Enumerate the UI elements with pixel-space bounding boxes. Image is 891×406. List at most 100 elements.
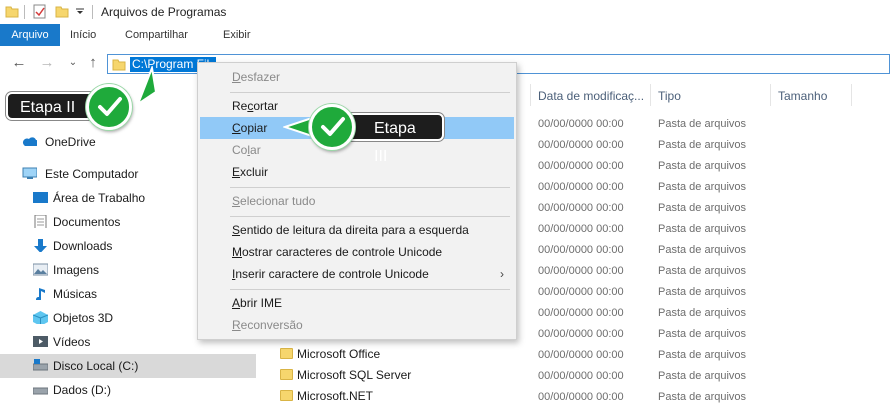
title-bar: Arquivos de Programas <box>0 0 891 24</box>
row-date: 00/00/0000 00:00 <box>538 265 624 277</box>
row-type: Pasta de arquivos <box>658 181 747 193</box>
callout-pointer <box>136 66 158 106</box>
column-header-size[interactable]: Tamanho <box>778 86 827 106</box>
row-type: Pasta de arquivos <box>658 307 747 319</box>
callout-label: Etapa II <box>20 99 76 116</box>
tab-share[interactable]: Compartilhar <box>125 24 188 46</box>
folder-icon <box>280 348 293 359</box>
properties-icon[interactable] <box>33 4 47 20</box>
sidebar-item-label: Dados (D:) <box>53 383 112 397</box>
file-name[interactable]: Microsoft Office <box>297 347 380 361</box>
sidebar-item-label: Downloads <box>53 239 113 253</box>
menu-item-undo[interactable]: Desfazer <box>200 66 514 88</box>
row-type: Pasta de arquivos <box>658 349 747 361</box>
row-date: 00/00/0000 00:00 <box>538 286 624 298</box>
music-icon <box>36 288 45 300</box>
row-type: Pasta de arquivos <box>658 391 747 403</box>
sidebar-item-label: Imagens <box>53 263 100 277</box>
forward-arrow-icon[interactable]: → <box>38 54 56 72</box>
videos-icon <box>33 336 48 347</box>
context-menu: Desfazer Recortar Copiar Colar Excluir S… <box>197 62 517 340</box>
tab-home[interactable]: Início <box>70 24 96 46</box>
ribbon-tabs: Arquivo Início Compartilhar Exibir <box>0 24 891 46</box>
row-type: Pasta de arquivos <box>658 265 747 277</box>
sidebar-item-data-drive-d[interactable]: Dados (D:) <box>0 378 256 402</box>
file-name[interactable]: Microsoft.NET <box>297 389 373 403</box>
row-type: Pasta de arquivos <box>658 223 747 235</box>
row-type: Pasta de arquivos <box>658 118 747 130</box>
desktop-icon <box>33 192 48 203</box>
callout-step-3: Etapa III <box>344 113 444 165</box>
sidebar-item-label: Documentos <box>53 215 121 229</box>
file-name[interactable]: Microsoft SQL Server <box>297 368 411 382</box>
folder-icon <box>112 59 126 71</box>
objects-3d-icon <box>33 311 48 324</box>
sidebar-item-local-disk-c[interactable]: Disco Local (C:) <box>0 354 256 378</box>
menu-item-select-all[interactable]: Selecionar tudo <box>200 190 514 212</box>
folder-icon <box>5 6 19 18</box>
menu-separator <box>230 92 510 93</box>
column-separator[interactable] <box>530 84 531 106</box>
back-arrow-icon[interactable]: ← <box>10 54 28 72</box>
data-drive-icon <box>33 387 48 395</box>
toolbar-separator <box>92 5 93 19</box>
sidebar-item-label: Vídeos <box>53 335 91 349</box>
local-disk-icon <box>33 359 48 371</box>
downloads-icon <box>34 239 47 252</box>
folder-icon <box>280 390 293 401</box>
sidebar-item-label: Objetos 3D <box>53 311 114 325</box>
sidebar-item-label: Disco Local (C:) <box>53 359 139 373</box>
new-folder-icon[interactable] <box>55 4 69 18</box>
column-header-date[interactable]: Data de modificaç... <box>538 86 644 106</box>
sidebar-item-label: OneDrive <box>45 135 96 149</box>
menu-item-show-unicode[interactable]: Mostrar caracteres de controle Unicode <box>200 241 514 263</box>
column-separator[interactable] <box>770 84 771 106</box>
computer-icon <box>22 167 37 179</box>
tab-view[interactable]: Exibir <box>223 24 251 46</box>
menu-separator <box>230 216 510 217</box>
row-date: 00/00/0000 00:00 <box>538 223 624 235</box>
menu-separator <box>230 187 510 188</box>
menu-item-right-to-left[interactable]: Sentido de leitura da direita para a esq… <box>200 219 514 241</box>
sidebar-item-label: Área de Trabalho <box>53 191 146 205</box>
menu-item-delete[interactable]: Excluir <box>200 161 514 183</box>
row-date: 00/00/0000 00:00 <box>538 391 624 403</box>
submenu-arrow-icon: › <box>500 267 504 281</box>
column-header-type[interactable]: Tipo <box>658 86 681 106</box>
row-date: 00/00/0000 00:00 <box>538 160 624 172</box>
row-type: Pasta de arquivos <box>658 370 747 382</box>
row-type: Pasta de arquivos <box>658 202 747 214</box>
toolbar-separator <box>24 5 25 19</box>
documents-icon <box>34 215 47 228</box>
row-type: Pasta de arquivos <box>658 244 747 256</box>
menu-item-open-ime[interactable]: Abrir IME <box>200 292 514 314</box>
sidebar-item-label: Este Computador <box>45 167 139 181</box>
row-date: 00/00/0000 00:00 <box>538 307 624 319</box>
row-type: Pasta de arquivos <box>658 286 747 298</box>
menu-item-reconversion[interactable]: Reconversão <box>200 314 514 336</box>
row-type: Pasta de arquivos <box>658 139 747 151</box>
recent-locations-chevron-icon[interactable]: ⌄ <box>64 54 82 72</box>
onedrive-icon <box>23 137 37 146</box>
check-icon <box>86 84 132 130</box>
column-separator[interactable] <box>650 84 651 106</box>
row-date: 00/00/0000 00:00 <box>538 370 624 382</box>
check-icon <box>309 104 355 150</box>
row-date: 00/00/0000 00:00 <box>538 328 624 340</box>
window-title: Arquivos de Programas <box>101 5 227 19</box>
menu-item-insert-unicode[interactable]: Inserir caractere de controle Unicode › <box>200 263 514 285</box>
row-type: Pasta de arquivos <box>658 160 747 172</box>
folder-icon <box>280 369 293 380</box>
row-date: 00/00/0000 00:00 <box>538 139 624 151</box>
row-date: 00/00/0000 00:00 <box>538 118 624 130</box>
row-date: 00/00/0000 00:00 <box>538 349 624 361</box>
row-date: 00/00/0000 00:00 <box>538 244 624 256</box>
tab-file[interactable]: Arquivo <box>0 24 60 46</box>
menu-separator <box>230 289 510 290</box>
sidebar-item-label: Músicas <box>53 287 98 301</box>
menu-item-paste[interactable]: Colar <box>200 139 514 161</box>
customize-toolbar-icon[interactable] <box>75 8 85 16</box>
images-icon <box>33 263 48 276</box>
up-arrow-icon[interactable]: ↑ <box>84 54 102 72</box>
column-separator[interactable] <box>851 84 852 106</box>
